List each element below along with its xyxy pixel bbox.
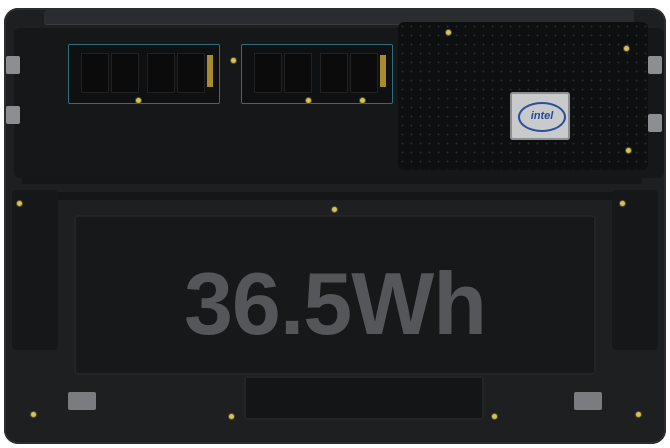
ssd-module-left bbox=[68, 44, 220, 104]
screw bbox=[492, 414, 497, 419]
laptop-internals-photo: intel 36.5Wh bbox=[0, 0, 670, 448]
screw bbox=[229, 414, 234, 419]
ssd-module-right bbox=[241, 44, 393, 104]
screw bbox=[231, 58, 236, 63]
screw bbox=[624, 46, 629, 51]
side-port-right bbox=[648, 114, 662, 132]
side-port-left bbox=[6, 106, 20, 124]
cpu-heat-spreader: intel bbox=[510, 92, 570, 140]
screw bbox=[31, 412, 36, 417]
frame-rail bbox=[22, 192, 642, 200]
intel-logo: intel bbox=[518, 102, 566, 132]
battery-pack: 36.5Wh bbox=[74, 215, 596, 375]
ssd-chip bbox=[147, 53, 175, 93]
screw bbox=[360, 98, 365, 103]
speaker-bay-right bbox=[612, 190, 658, 350]
ssd-chip bbox=[177, 53, 205, 93]
screw bbox=[446, 30, 451, 35]
ssd-chip bbox=[284, 53, 312, 93]
screw bbox=[17, 201, 22, 206]
ssd-connector bbox=[207, 55, 213, 87]
side-port-right bbox=[648, 56, 662, 74]
screw bbox=[136, 98, 141, 103]
screw bbox=[620, 201, 625, 206]
frame-rail bbox=[22, 176, 642, 184]
rubber-foot bbox=[574, 392, 602, 410]
ssd-chip bbox=[111, 53, 139, 93]
screw bbox=[332, 207, 337, 212]
ssd-chip bbox=[81, 53, 109, 93]
ssd-chip bbox=[254, 53, 282, 93]
screw bbox=[626, 148, 631, 153]
screw bbox=[636, 412, 641, 417]
speaker-bay-left bbox=[12, 190, 58, 350]
rubber-foot bbox=[68, 392, 96, 410]
ssd-connector bbox=[380, 55, 386, 87]
ssd-chip bbox=[350, 53, 378, 93]
ssd-chip bbox=[320, 53, 348, 93]
screw bbox=[306, 98, 311, 103]
battery-capacity-label: 36.5Wh bbox=[183, 254, 487, 353]
battery-connector-latch bbox=[244, 376, 484, 420]
side-port-left bbox=[6, 56, 20, 74]
